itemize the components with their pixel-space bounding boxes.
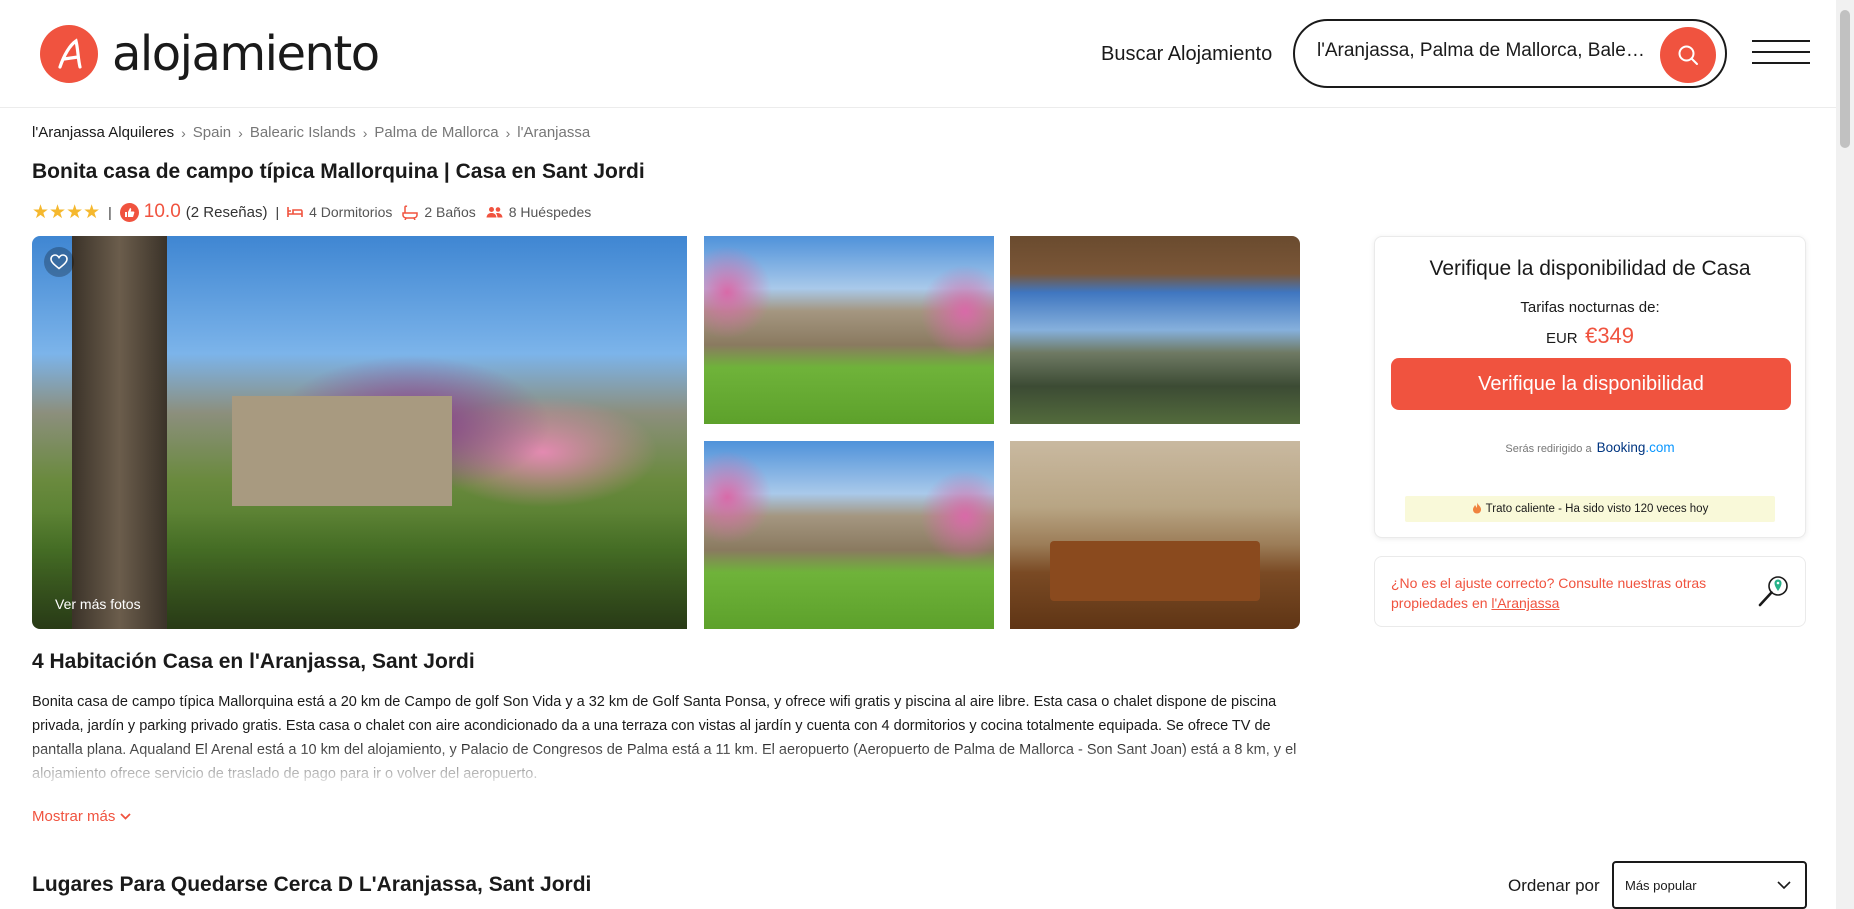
breadcrumb-item[interactable]: Spain <box>193 124 231 141</box>
hamburger-menu-icon[interactable] <box>1752 40 1810 66</box>
guests-label: 8 Huéspedes <box>508 204 592 220</box>
chevron-right-icon: › <box>238 124 243 141</box>
thumbs-up-icon <box>119 202 139 222</box>
nav-buscar-alojamiento[interactable]: Buscar Alojamiento <box>1101 43 1272 66</box>
bathtub-icon <box>402 204 419 220</box>
search-bar: l'Aranjassa, Palma de Mallorca, Balea... <box>1293 19 1727 88</box>
availability-card: Verifique la disponibilidad de Casa Tari… <box>1374 236 1806 538</box>
search-input[interactable]: l'Aranjassa, Palma de Mallorca, Balea... <box>1317 40 1647 62</box>
hot-deal-text: Trato caliente - Ha sido visto 120 veces… <box>1485 503 1709 515</box>
description-fade <box>32 740 1300 786</box>
redirect-note: Serás redirigido a Booking.com <box>1375 440 1805 455</box>
photo-palm-trunk <box>72 236 167 629</box>
photo-dining-table <box>1050 541 1260 601</box>
chevron-down-icon <box>120 813 131 820</box>
alternative-location-link[interactable]: l'Aranjassa <box>1491 595 1559 611</box>
favorite-button[interactable] <box>44 247 74 277</box>
breadcrumb-item[interactable]: Palma de Mallorca <box>374 124 498 141</box>
bathrooms-info: 2 Baños <box>402 204 476 220</box>
gallery-photo[interactable] <box>1010 441 1300 629</box>
logo-mark-icon <box>40 25 98 83</box>
logo-text: alojamiento <box>112 26 380 82</box>
magnifier-pin-icon <box>1758 576 1788 607</box>
sort-select-value: Más popular <box>1625 878 1697 893</box>
check-availability-button[interactable]: Verifique la disponibilidad <box>1391 358 1791 410</box>
booking-logo: Booking.com <box>1596 440 1675 455</box>
star-rating: ★★★★ <box>32 201 101 223</box>
show-more-label: Mostrar más <box>32 808 116 825</box>
bedrooms-info: 4 Dormitorios <box>287 204 392 220</box>
chevron-right-icon: › <box>505 124 511 141</box>
bed-icon <box>287 207 303 217</box>
search-icon <box>1678 45 1698 65</box>
chevron-down-icon <box>1777 881 1791 889</box>
bedrooms-label: 4 Dormitorios <box>309 204 393 220</box>
page-scrollbar[interactable] <box>1836 0 1854 909</box>
main-photo[interactable]: Ver más fotos <box>32 236 687 629</box>
flame-icon <box>1472 502 1481 514</box>
redirect-text: Serás redirigido a <box>1505 443 1592 455</box>
guests-icon <box>486 207 503 218</box>
scrollbar-thumb[interactable] <box>1840 10 1850 148</box>
hot-deal-banner: Trato caliente - Ha sido visto 120 veces… <box>1405 496 1775 522</box>
listing-title: Bonita casa de campo típica Mallorquina … <box>32 160 645 183</box>
price-amount: €349 <box>1585 323 1635 348</box>
breadcrumb-item[interactable]: l'Aranjassa Alquileres <box>32 124 174 141</box>
search-button[interactable] <box>1660 27 1716 83</box>
chevron-right-icon: › <box>181 124 186 141</box>
breadcrumb-item[interactable]: Balearic Islands <box>250 124 356 141</box>
description-heading: 4 Habitación Casa en l'Aranjassa, Sant J… <box>32 650 475 673</box>
site-logo[interactable]: alojamiento <box>40 25 380 83</box>
sort-select[interactable]: Más popular <box>1612 861 1807 909</box>
nearby-heading: Lugares Para Quedarse Cerca D L'Aranjass… <box>32 873 592 896</box>
breadcrumb: l'Aranjassa Alquileres › Spain › Baleari… <box>32 124 590 141</box>
bathrooms-label: 2 Baños <box>424 204 476 220</box>
chevron-right-icon: › <box>362 124 368 141</box>
guests-info: 8 Huéspedes <box>486 204 592 220</box>
review-score: 10.0 <box>143 201 181 222</box>
view-more-photos-link[interactable]: Ver más fotos <box>55 596 141 612</box>
sort-label: Ordenar por <box>1508 876 1600 895</box>
gallery-photo[interactable] <box>704 441 994 629</box>
gallery-photo[interactable] <box>704 236 994 424</box>
site-header: alojamiento Buscar Alojamiento l'Aranjas… <box>0 0 1836 108</box>
show-more-button[interactable]: Mostrar más <box>32 808 131 825</box>
photo-house <box>232 396 452 506</box>
divider: | <box>275 204 280 220</box>
gallery-photo[interactable] <box>1010 236 1300 424</box>
nightly-rates-label: Tarifas nocturnas de: <box>1520 299 1660 316</box>
availability-title: Verifique la disponibilidad de Casa <box>1429 257 1751 280</box>
review-count[interactable]: (2 Reseñas) <box>186 204 268 221</box>
divider: | <box>108 204 112 220</box>
price-currency: EUR <box>1545 330 1578 347</box>
alternative-properties-text: ¿No es el ajuste correcto? Consulte nues… <box>1391 575 1707 611</box>
listing-meta: ★★★★ | 10.0 (2 Reseñas) | 4 Dormitorios … <box>32 201 601 223</box>
alternative-properties-card: ¿No es el ajuste correcto? Consulte nues… <box>1374 556 1806 627</box>
heart-icon <box>50 254 68 270</box>
breadcrumb-item[interactable]: l'Aranjassa <box>517 124 590 141</box>
price: EUR €349 <box>1375 323 1805 349</box>
